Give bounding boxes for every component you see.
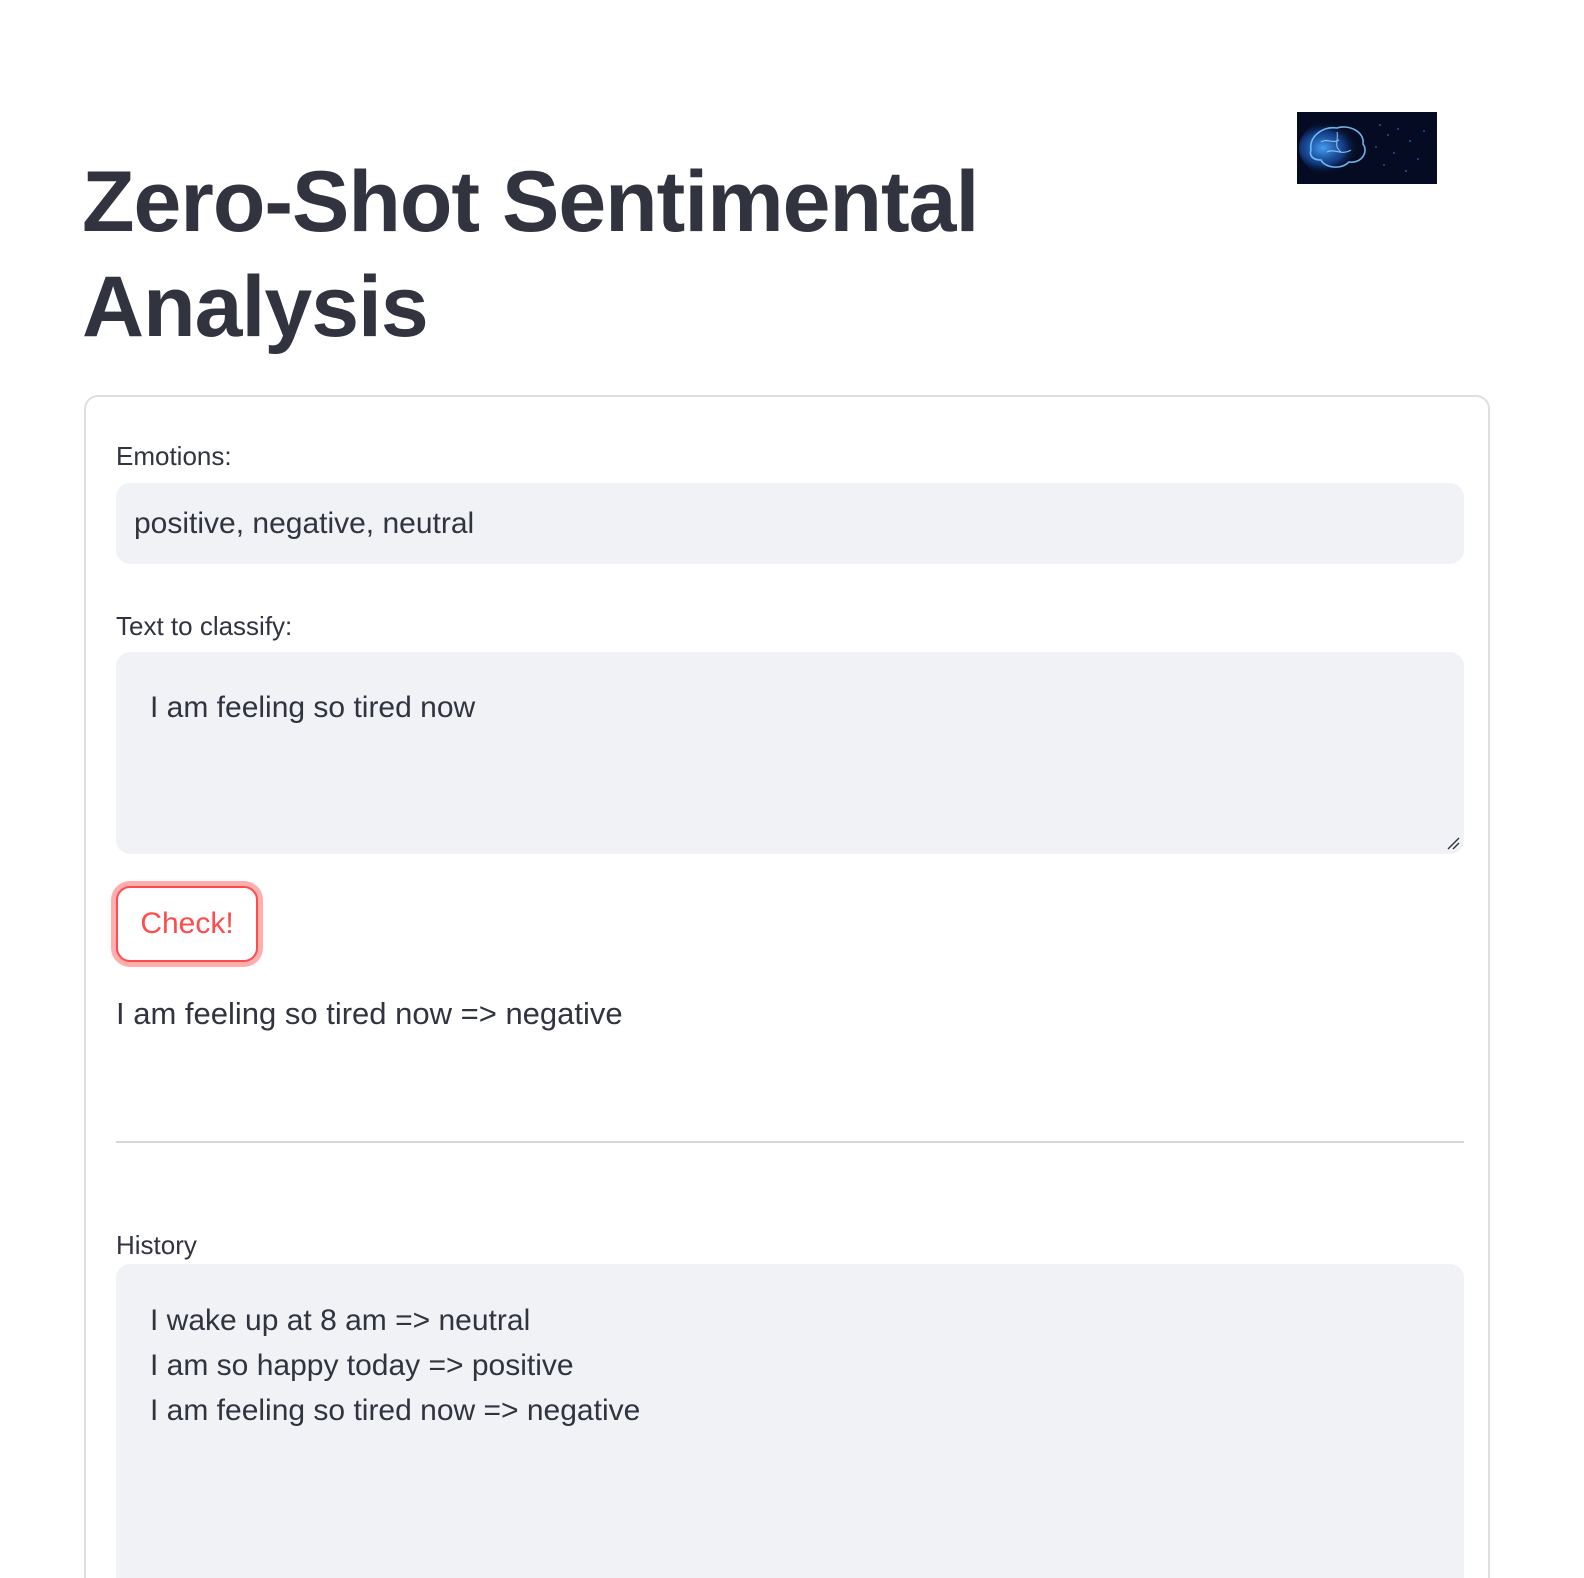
text-to-classify-textarea[interactable]: I am feeling so tired now [116,652,1464,854]
history-line: I am so happy today => positive [150,1349,574,1382]
brain-logo-image [1297,112,1437,184]
page-title: Zero-Shot Sentimental Analysis [82,154,979,355]
check-button[interactable]: Check! [116,886,258,962]
history-line: I wake up at 8 am => neutral [150,1304,531,1337]
history-line: I am feeling so tired now => negative [150,1394,641,1427]
text-to-classify-label: Text to classify: [116,611,293,641]
emotions-label: Emotions: [116,441,232,471]
resize-handle-icon[interactable] [1446,836,1460,850]
classification-result: I am feeling so tired now => negative [116,996,623,1031]
app-page: Zero-Shot Sentimental Analysis Emotions:… [0,0,1584,1578]
text-to-classify-value: I am feeling so tired now [150,691,476,724]
emotions-input[interactable]: positive, negative, neutral [116,483,1464,564]
history-label: History [116,1230,197,1260]
history-textarea[interactable]: I wake up at 8 am => neutral I am so hap… [116,1264,1464,1578]
divider [116,1141,1464,1143]
brain-icon [1297,112,1437,184]
